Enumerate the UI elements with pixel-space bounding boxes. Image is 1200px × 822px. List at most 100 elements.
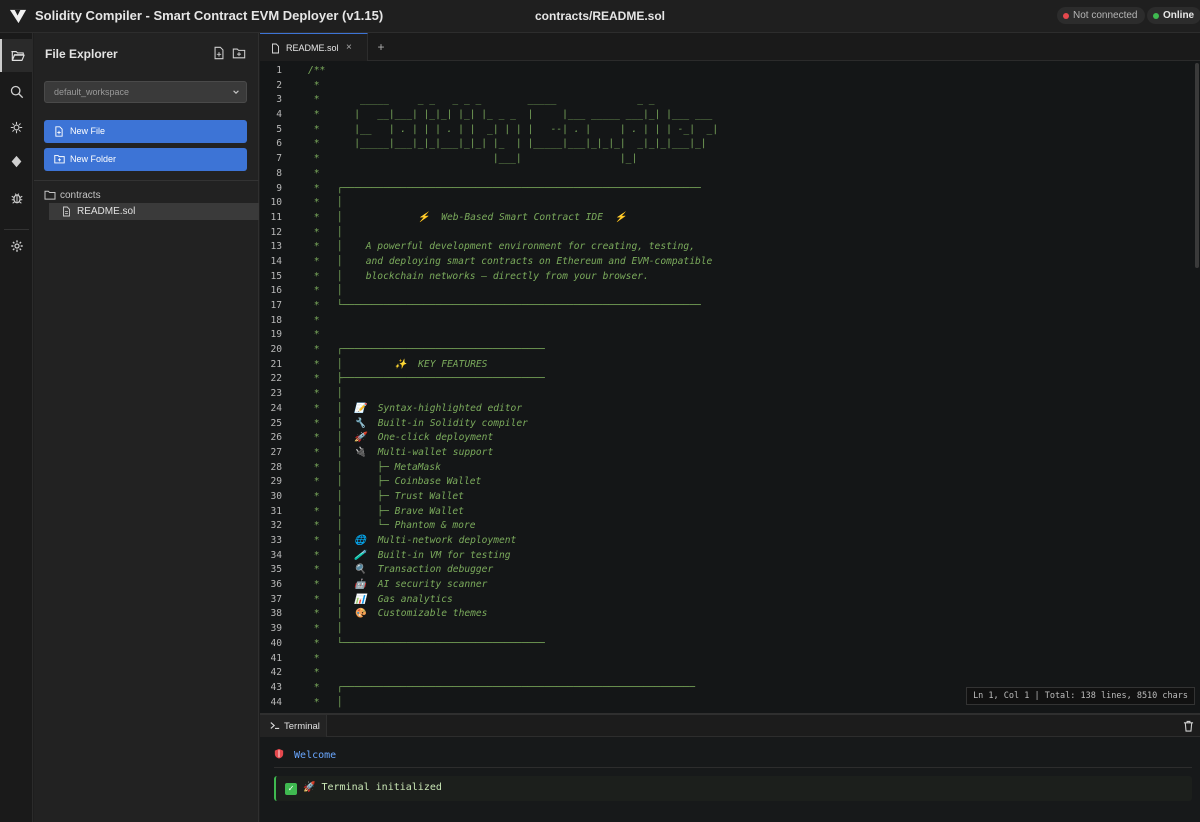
folder-plus-icon [54, 154, 65, 164]
shield-icon [274, 748, 284, 759]
new-folder-label: New Folder [70, 154, 117, 164]
code-line[interactable]: * │ and deploying smart contracts on Eth… [308, 255, 1188, 270]
code-line[interactable]: * │ 📝 Syntax-highlighted editor [308, 402, 1188, 417]
code-line[interactable]: * |__ | . | | | . | | _| | | | --| . | |… [308, 123, 1188, 138]
code-line[interactable]: * │ 🧪 Built-in VM for testing [308, 549, 1188, 564]
code-content[interactable]: /** * * _____ _ _ _ _ _ _____ _ _ * | __… [308, 64, 1188, 710]
code-line[interactable]: * │ 🎨 Customizable themes [308, 607, 1188, 622]
code-line[interactable]: * [308, 314, 1188, 329]
code-line[interactable]: * │ [308, 284, 1188, 299]
compiler-activity-button[interactable] [0, 111, 33, 144]
code-line[interactable]: * _____ _ _ _ _ _ _____ _ _ [308, 93, 1188, 108]
line-number: 42 [270, 667, 282, 679]
terminal-prompt-icon [270, 722, 280, 729]
line-number: 10 [270, 197, 282, 209]
line-number: 44 [270, 696, 282, 708]
code-line[interactable]: * [308, 167, 1188, 182]
code-line[interactable]: * │ ✨ KEY FEATURES [308, 358, 1188, 373]
code-line[interactable]: * │ └─ Phantom & more [308, 519, 1188, 534]
panel-divider [34, 180, 259, 181]
line-number: 30 [270, 490, 282, 502]
code-line[interactable]: * |___| |_| [308, 152, 1188, 167]
code-line[interactable]: * │ [308, 622, 1188, 637]
settings-activity-button[interactable] [0, 229, 33, 262]
code-editor[interactable]: 1 2 3 4 5 6 7 8 9 10 11 12 13 14 15 16 17 18 19 20 21 22 23 24 2… [260, 61, 1200, 713]
line-number: 7 [276, 153, 282, 165]
code-line[interactable]: * [308, 666, 1188, 681]
code-line[interactable]: * │ 🚀 One-click deployment [308, 431, 1188, 446]
code-line[interactable]: * [308, 652, 1188, 667]
code-line[interactable]: * └─────────────────────────────────────… [308, 299, 1188, 314]
line-number: 38 [270, 608, 282, 620]
line-number: 36 [270, 579, 282, 591]
tree-file-readme[interactable]: README.sol [49, 203, 259, 220]
network-status-badge: Online [1147, 7, 1200, 24]
line-number: 2 [276, 79, 282, 91]
search-icon [10, 85, 23, 98]
check-icon: ✓ [285, 783, 297, 795]
wallet-status-badge[interactable]: Not connected [1057, 7, 1145, 24]
code-line[interactable]: * │ 🤖 AI security scanner [308, 578, 1188, 593]
line-number: 20 [270, 344, 282, 356]
code-line[interactable]: * │ [308, 226, 1188, 241]
code-line[interactable]: * │ 🔧 Built-in Solidity compiler [308, 417, 1188, 432]
new-folder-button[interactable]: New Folder [44, 148, 247, 171]
line-number: 31 [270, 505, 282, 517]
code-line[interactable]: * │ ├─ Brave Wallet [308, 505, 1188, 520]
line-number: 8 [276, 167, 282, 179]
code-line[interactable]: * └─────────────────────────────────── [308, 637, 1188, 652]
code-line[interactable]: * [308, 79, 1188, 94]
status-dot-green [1153, 13, 1159, 19]
folder-icon [44, 190, 56, 200]
code-line[interactable]: * │ 📊 Gas analytics [308, 593, 1188, 608]
line-number: 34 [270, 549, 282, 561]
code-line[interactable]: * [308, 328, 1188, 343]
explorer-activity-button[interactable] [0, 39, 33, 72]
add-tab-button[interactable]: + [375, 40, 387, 54]
code-line[interactable]: * ├─────────────────────────────────── [308, 372, 1188, 387]
code-line[interactable]: * │ ├─ Trust Wallet [308, 490, 1188, 505]
line-number: 18 [270, 314, 282, 326]
code-line[interactable]: * │ [308, 196, 1188, 211]
code-line[interactable]: * │ 🔌 Multi-wallet support [308, 446, 1188, 461]
app-title: Solidity Compiler - Smart Contract EVM D… [35, 8, 384, 23]
code-line[interactable]: * │ ├─ Coinbase Wallet [308, 475, 1188, 490]
new-file-button[interactable]: New File [44, 120, 247, 143]
code-line[interactable]: /** [308, 64, 1188, 79]
code-line[interactable]: * │ ⚡ Web-Based Smart Contract IDE ⚡ [308, 211, 1188, 226]
file-explorer-panel: File Explorer default_workspace New File… [34, 33, 259, 822]
search-activity-button[interactable] [0, 75, 33, 108]
new-folder-icon[interactable] [232, 46, 246, 60]
file-plus-icon [55, 126, 63, 137]
app-logo-icon [9, 9, 27, 24]
code-line[interactable]: * │ 🔍 Transaction debugger [308, 563, 1188, 578]
status-dot-red [1063, 13, 1069, 19]
code-line[interactable]: * │ A powerful development environment f… [308, 240, 1188, 255]
code-line[interactable]: * ┌─────────────────────────────────── [308, 343, 1188, 358]
editor-scrollbar[interactable] [1195, 63, 1199, 268]
terminal-divider [274, 767, 1192, 768]
tree-folder-label: contracts [60, 190, 101, 201]
code-line[interactable]: * │ 🌐 Multi-network deployment [308, 534, 1188, 549]
code-line[interactable]: * |_____|___|_|_|___|_|_| |_ | |_____|__… [308, 137, 1188, 152]
debugger-activity-button[interactable] [0, 181, 33, 214]
tab-terminal[interactable]: Terminal [260, 715, 327, 737]
trash-icon[interactable] [1183, 720, 1194, 732]
ethereum-diamond-icon [11, 155, 22, 168]
deploy-activity-button[interactable] [0, 145, 33, 178]
network-status-label: Online [1163, 10, 1195, 21]
new-file-icon[interactable] [212, 46, 226, 60]
code-line[interactable]: * │ ├─ MetaMask [308, 461, 1188, 476]
code-line[interactable]: * │ blockchain networks — directly from … [308, 270, 1188, 285]
code-line[interactable]: * | __|___| |_|_| |_| |_ _ _ | |___ ____… [308, 108, 1188, 123]
tab-close-icon[interactable]: × [346, 42, 352, 53]
line-number: 21 [270, 358, 282, 370]
code-line[interactable]: * │ [308, 387, 1188, 402]
tab-label: README.sol [286, 43, 339, 53]
workspace-select[interactable]: default_workspace [44, 81, 247, 103]
workspace-select-value: default_workspace [54, 87, 130, 97]
line-number: 26 [270, 432, 282, 444]
tab-readme[interactable]: README.sol × [260, 33, 368, 61]
line-number: 17 [270, 300, 282, 311]
code-line[interactable]: * ┌─────────────────────────────────────… [308, 182, 1188, 197]
